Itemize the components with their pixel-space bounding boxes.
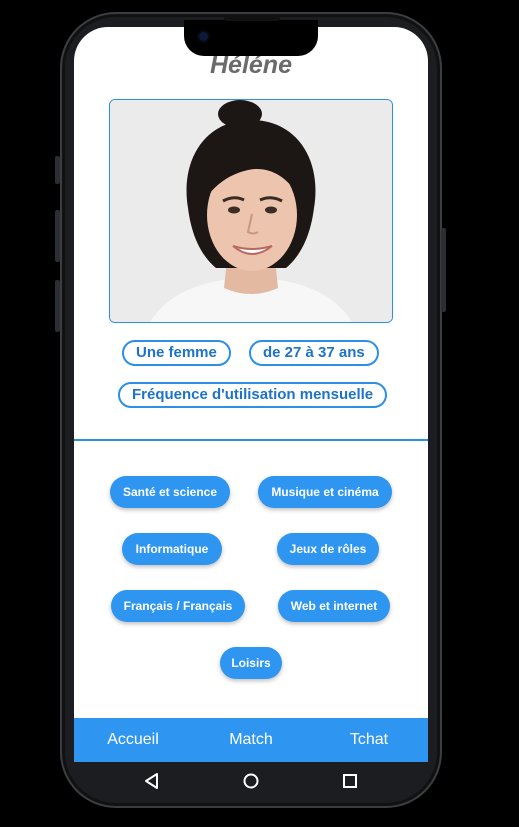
interest-chip[interactable]: Musique et cinéma (258, 476, 392, 508)
profile-photo[interactable] (109, 99, 393, 323)
gender-tag: Une femme (122, 340, 231, 366)
interest-chip[interactable]: Santé et science (110, 476, 230, 508)
nav-match[interactable]: Match (192, 731, 310, 749)
home-circle-icon[interactable] (242, 772, 260, 790)
mute-switch (55, 156, 60, 184)
notch (184, 16, 318, 56)
interest-chip[interactable]: Loisirs (220, 647, 282, 679)
interest-chip[interactable]: Web et internet (278, 590, 390, 622)
speaker-grille (224, 16, 280, 21)
back-triangle-icon[interactable] (143, 772, 161, 790)
nav-tchat[interactable]: Tchat (310, 731, 428, 749)
volume-up-button (55, 210, 60, 262)
nav-accueil[interactable]: Accueil (74, 731, 192, 749)
usage-frequency-tag: Fréquence d'utilisation mensuelle (118, 382, 388, 408)
age-range-tag: de 27 à 37 ans (249, 340, 379, 366)
interest-chip[interactable]: Français / Français (111, 590, 245, 622)
recents-square-icon[interactable] (341, 772, 359, 790)
bottom-navigation: Accueil Match Tchat (74, 718, 428, 762)
app-screen: Héléne Une femme de 27 à 37 ans Fréquenc… (74, 27, 428, 762)
portrait-illustration (110, 100, 392, 322)
volume-down-button (55, 280, 60, 332)
section-divider (74, 439, 428, 441)
interest-chip[interactable]: Jeux de rôles (277, 533, 379, 565)
power-button (441, 228, 446, 312)
front-camera-icon (199, 32, 208, 41)
interest-chip[interactable]: Informatique (122, 533, 222, 565)
system-navigation-bar (74, 762, 428, 802)
